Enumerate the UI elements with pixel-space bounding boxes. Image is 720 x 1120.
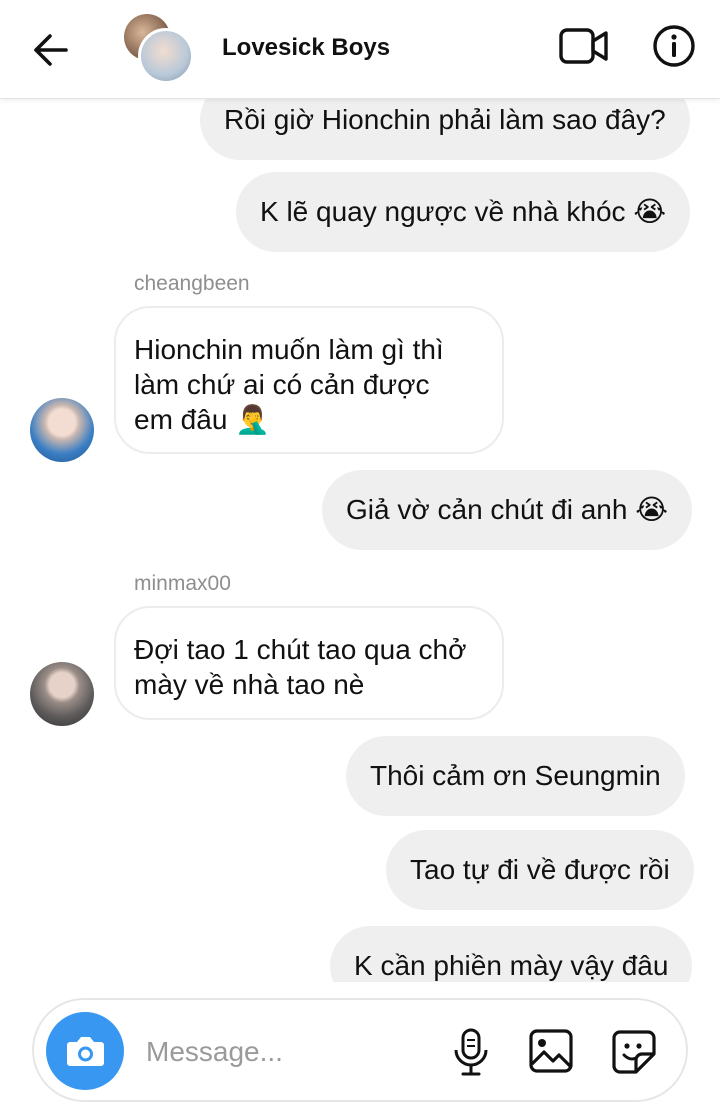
message-text: K lẽ quay ngược về nhà khóc bbox=[260, 196, 626, 227]
message-bubble-incoming[interactable]: Hionchin muốn làm gì thì làm chứ ai có c… bbox=[114, 306, 504, 454]
message-bubble-outgoing[interactable]: K lẽ quay ngược về nhà khóc 😭 bbox=[236, 172, 691, 252]
message-bubble-outgoing[interactable]: Thôi cảm ơn Seungmin bbox=[346, 736, 685, 816]
arrow-left-icon[interactable] bbox=[30, 30, 70, 70]
message-bubble-outgoing[interactable]: Giả vờ cản chút đi anh 😭 bbox=[322, 470, 692, 550]
message-composer bbox=[32, 998, 688, 1102]
message-thread[interactable]: Rồi giờ Hionchin phải làm sao đây? K lẽ … bbox=[0, 98, 720, 982]
chat-title[interactable]: Lovesick Boys bbox=[222, 34, 390, 62]
message-line: mày về nhà tao nè bbox=[134, 669, 365, 700]
chat-header: Lovesick Boys bbox=[0, 0, 720, 99]
sender-name: cheangbeen bbox=[134, 272, 250, 295]
camera-button[interactable] bbox=[46, 1012, 124, 1090]
message-line: Đợi tao 1 chút tao qua chở bbox=[134, 634, 467, 665]
microphone-icon[interactable] bbox=[450, 1028, 492, 1076]
message-bubble-incoming[interactable]: Đợi tao 1 chút tao qua chở mày về nhà ta… bbox=[114, 606, 504, 720]
sender-name: minmax00 bbox=[134, 572, 231, 595]
message-line: làm chứ ai có cản được bbox=[134, 369, 430, 400]
message-text: K cần phiền mày vậy đâu bbox=[354, 950, 669, 981]
group-avatar[interactable] bbox=[124, 14, 194, 84]
sticker-icon[interactable] bbox=[610, 1028, 658, 1076]
crying-face-emoji: 😭 bbox=[635, 493, 668, 526]
message-text: Tao tự đi về được rồi bbox=[410, 854, 670, 885]
info-icon[interactable] bbox=[652, 24, 696, 68]
message-line: em đâu bbox=[134, 404, 228, 435]
avatar[interactable] bbox=[30, 662, 94, 726]
crying-face-emoji: 😭 bbox=[633, 195, 667, 228]
message-text: Giả vờ cản chút đi anh bbox=[346, 494, 628, 525]
message-input[interactable] bbox=[144, 1028, 438, 1076]
avatar bbox=[138, 28, 194, 84]
video-camera-icon[interactable] bbox=[558, 26, 610, 66]
avatar[interactable] bbox=[30, 398, 94, 462]
message-bubble-outgoing[interactable]: Tao tự đi về được rồi bbox=[386, 830, 694, 910]
message-line: Hionchin muốn làm gì thì bbox=[134, 334, 444, 365]
facepalm-emoji: 🤦‍♂️ bbox=[235, 403, 271, 436]
message-bubble-outgoing[interactable]: Rồi giờ Hionchin phải làm sao đây? bbox=[200, 98, 690, 160]
message-text: Rồi giờ Hionchin phải làm sao đây? bbox=[224, 104, 666, 135]
message-text: Thôi cảm ơn Seungmin bbox=[370, 760, 661, 791]
message-bubble-outgoing[interactable]: K cần phiền mày vậy đâu bbox=[330, 926, 693, 982]
gallery-icon[interactable] bbox=[528, 1028, 574, 1074]
camera-icon bbox=[67, 1037, 104, 1066]
